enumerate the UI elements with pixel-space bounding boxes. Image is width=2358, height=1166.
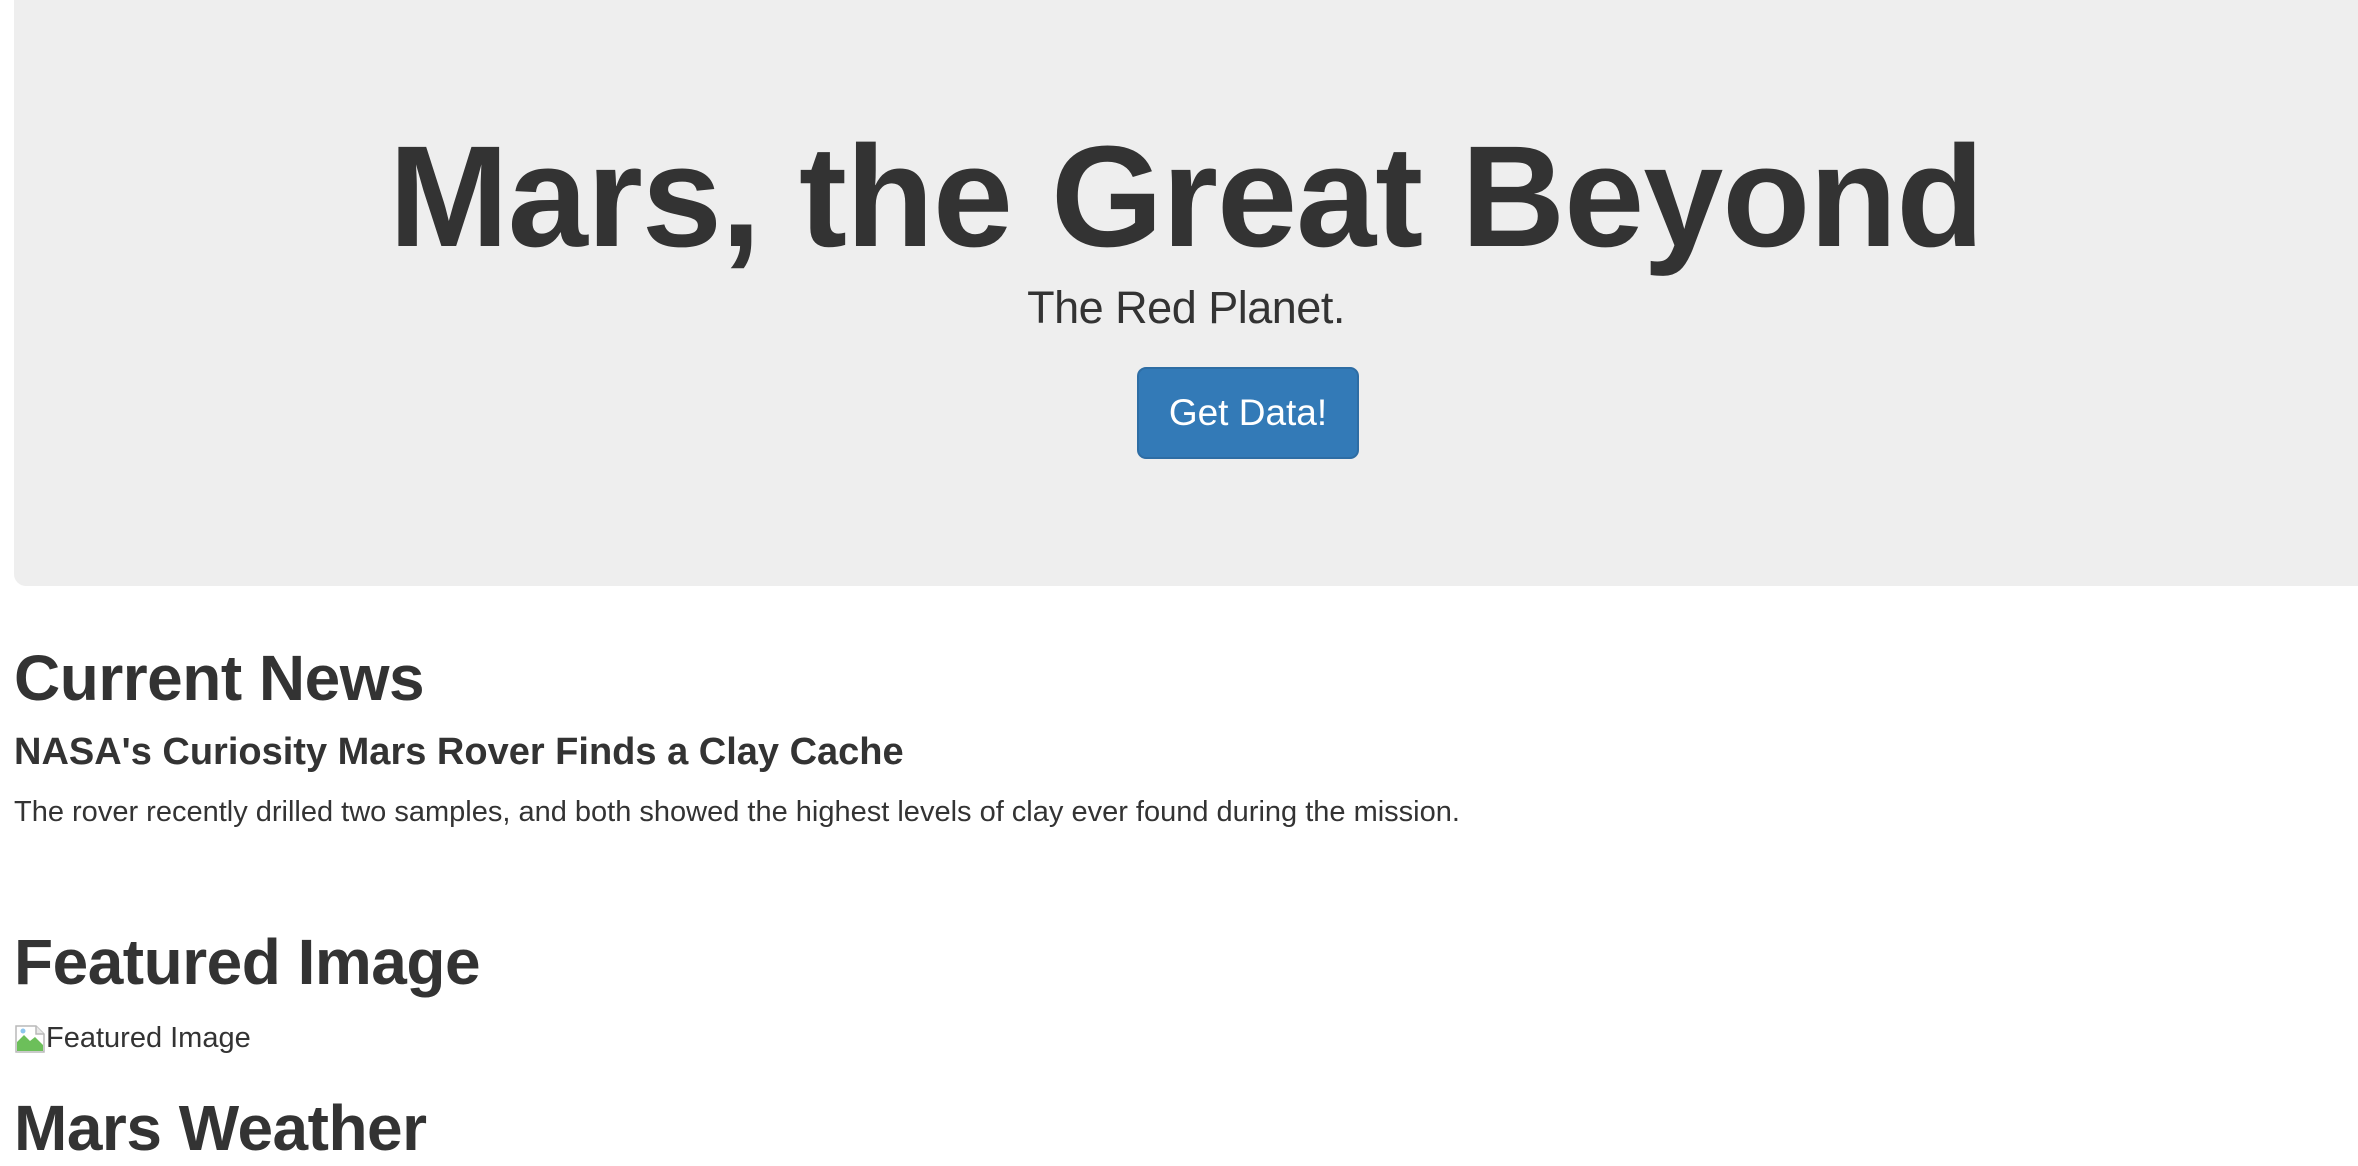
featured-image-alt-text: Featured Image xyxy=(46,1022,251,1054)
broken-image-icon xyxy=(14,1022,46,1054)
featured-image[interactable]: Featured Image xyxy=(14,1018,251,1058)
get-data-button[interactable]: Get Data! xyxy=(1137,367,1359,459)
page-title: Mars, the Great Beyond xyxy=(388,116,1984,277)
current-news-heading: Current News xyxy=(14,642,425,714)
news-body: The rover recently drilled two samples, … xyxy=(14,796,1460,828)
jumbotron: Mars, the Great Beyond The Red Planet. G… xyxy=(14,0,2358,586)
page-subtitle: The Red Planet. xyxy=(1027,282,1345,333)
featured-image-heading: Featured Image xyxy=(14,926,481,998)
mars-weather-heading: Mars Weather xyxy=(14,1092,427,1164)
news-title: NASA's Curiosity Mars Rover Finds a Clay… xyxy=(14,731,904,773)
